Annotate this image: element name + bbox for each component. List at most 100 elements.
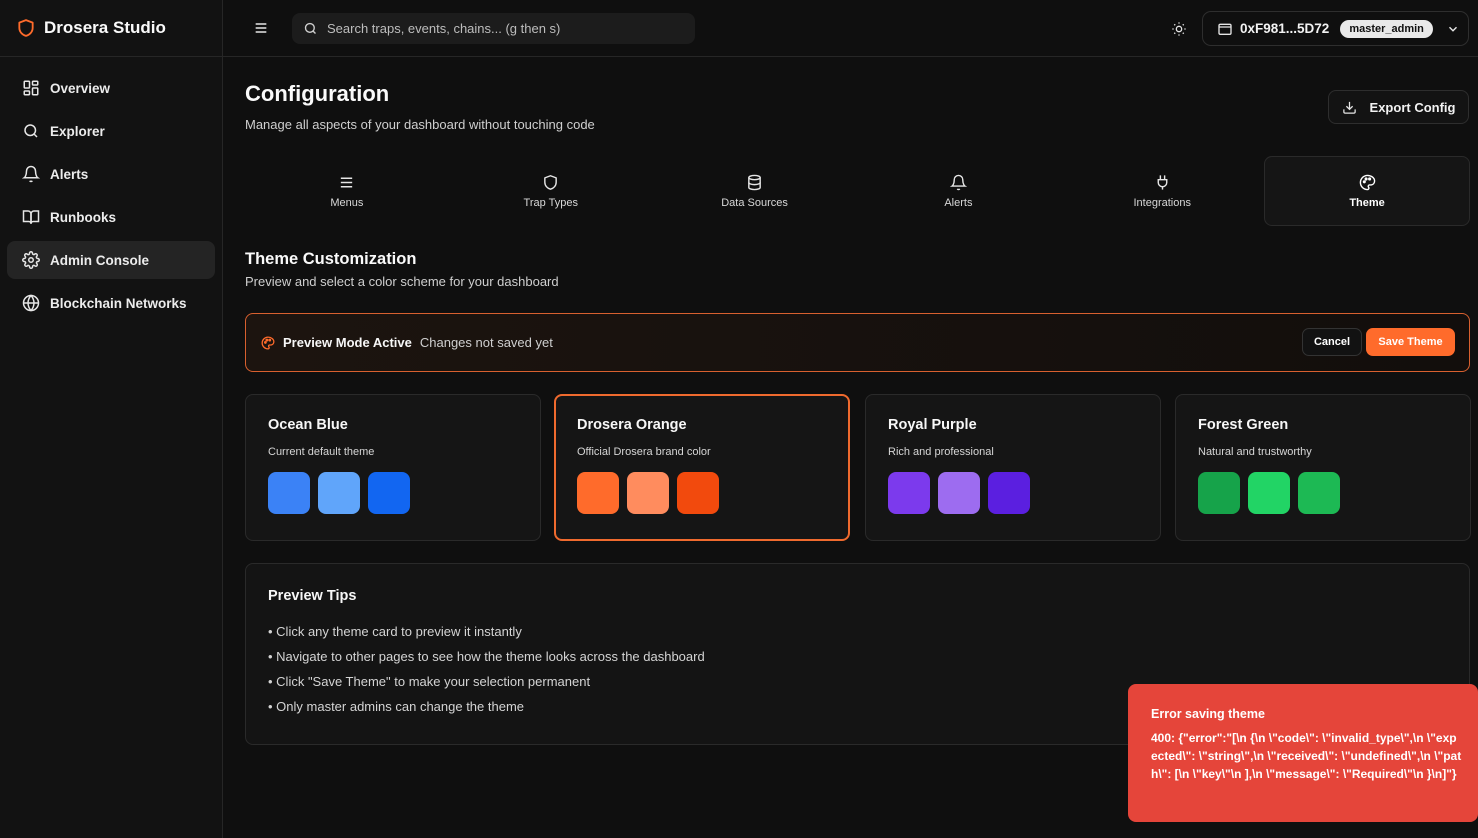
theme-name: Royal Purple [888, 417, 977, 433]
wallet-menu[interactable]: 0xF981...5D72 master_admin [1202, 11, 1469, 46]
wallet-icon [1217, 21, 1233, 37]
sidebar-item-label: Admin Console [50, 252, 150, 268]
sun-icon[interactable] [1171, 21, 1187, 37]
theme-name: Forest Green [1198, 417, 1289, 433]
search-bar[interactable] [292, 13, 695, 44]
database-icon [746, 174, 763, 191]
theme-description: Current default theme [268, 446, 375, 458]
brand[interactable]: Drosera Studio [0, 0, 222, 57]
tip-item: • Click any theme card to preview it ins… [268, 624, 522, 639]
search-icon [303, 21, 318, 36]
sidebar-item-explorer[interactable]: Explorer [7, 112, 215, 150]
theme-card-forest-green[interactable]: Forest Green Natural and trustworthy [1175, 394, 1471, 541]
sidebar-item-label: Blockchain Networks [50, 295, 187, 311]
export-config-button[interactable]: Export Config [1328, 90, 1469, 124]
cancel-button[interactable]: Cancel [1302, 328, 1362, 356]
preview-mode-banner: Preview Mode Active Changes not saved ye… [245, 313, 1470, 372]
section-subtitle: Preview and select a color scheme for yo… [245, 274, 559, 289]
tab-label: Alerts [944, 196, 973, 209]
color-swatch [627, 472, 669, 514]
sidebar-nav: Overview Explorer Alerts Runbooks Admin … [0, 57, 222, 334]
tab-theme[interactable]: Theme [1264, 156, 1470, 226]
tip-item: • Navigate to other pages to see how the… [268, 649, 705, 664]
theme-name: Drosera Orange [577, 417, 687, 433]
topbar: 0xF981...5D72 master_admin [223, 0, 1478, 57]
shield-logo-icon [16, 18, 36, 38]
page-subtitle: Manage all aspects of your dashboard wit… [245, 117, 595, 132]
palette-icon [1359, 174, 1376, 191]
tab-label: Trap Types [523, 196, 578, 209]
banner-title: Preview Mode Active [283, 335, 412, 350]
color-swatches [577, 472, 848, 514]
search-input[interactable] [327, 21, 687, 36]
color-swatches [268, 472, 540, 514]
wallet-address: 0xF981...5D72 [1240, 21, 1330, 36]
sidebar-item-label: Alerts [50, 166, 89, 182]
save-theme-button[interactable]: Save Theme [1366, 328, 1455, 356]
sidebar-item-admin-console[interactable]: Admin Console [7, 241, 215, 279]
sidebar-item-overview[interactable]: Overview [7, 69, 215, 107]
section-title: Theme Customization [245, 250, 417, 268]
layout-grid-icon [22, 79, 40, 97]
sidebar-item-blockchain-networks[interactable]: Blockchain Networks [7, 284, 215, 322]
color-swatch [318, 472, 360, 514]
config-tabs: Menus Trap Types Data Sources Alerts Int… [245, 156, 1470, 226]
sidebar-item-runbooks[interactable]: Runbooks [7, 198, 215, 236]
hamburger-menu-icon[interactable] [253, 20, 269, 36]
toast-title: Error saving theme [1151, 707, 1265, 721]
theme-description: Rich and professional [888, 446, 994, 458]
sidebar-item-alerts[interactable]: Alerts [7, 155, 215, 193]
tab-trap-types[interactable]: Trap Types [449, 156, 653, 226]
error-toast[interactable]: Error saving theme 400: {"error":"[\n {\… [1128, 684, 1478, 822]
color-swatch [988, 472, 1030, 514]
theme-name: Ocean Blue [268, 417, 348, 433]
color-swatch [1198, 472, 1240, 514]
theme-card-ocean-blue[interactable]: Ocean Blue Current default theme [245, 394, 541, 541]
tips-title: Preview Tips [268, 588, 357, 604]
tab-data-sources[interactable]: Data Sources [653, 156, 857, 226]
color-swatch [1248, 472, 1290, 514]
tab-label: Theme [1349, 196, 1385, 209]
bell-icon [22, 165, 40, 183]
theme-description: Official Drosera brand color [577, 446, 711, 458]
color-swatch [938, 472, 980, 514]
sidebar-item-label: Runbooks [50, 209, 116, 225]
bell-icon [949, 174, 967, 191]
theme-card-drosera-orange[interactable]: Drosera Orange Official Drosera brand co… [554, 394, 850, 541]
export-config-label: Export Config [1369, 99, 1456, 115]
plug-icon [1154, 174, 1171, 191]
theme-card-royal-purple[interactable]: Royal Purple Rich and professional [865, 394, 1161, 541]
brand-name: Drosera Studio [44, 18, 166, 37]
theme-cards: Ocean Blue Current default theme Drosera… [245, 394, 1471, 541]
banner-subtitle: Changes not saved yet [419, 335, 553, 350]
sidebar-item-label: Overview [50, 80, 111, 96]
page-title: Configuration [245, 81, 390, 106]
tab-label: Integrations [1133, 196, 1191, 209]
sidebar-item-label: Explorer [50, 123, 105, 139]
sidebar: Drosera Studio Overview Explorer Alerts … [0, 0, 223, 838]
toast-message: 400: {"error":"[\n {\n \"code\": \"inval… [1151, 731, 1462, 781]
tab-menus[interactable]: Menus [245, 156, 449, 226]
tab-label: Data Sources [721, 196, 788, 209]
theme-description: Natural and trustworthy [1198, 446, 1312, 458]
color-swatch [888, 472, 930, 514]
color-swatch [1298, 472, 1340, 514]
tab-alerts[interactable]: Alerts [856, 156, 1060, 226]
palette-icon [261, 336, 275, 350]
download-icon [1342, 100, 1357, 115]
color-swatches [888, 472, 1160, 514]
role-badge: master_admin [1340, 19, 1433, 38]
shield-icon [542, 174, 559, 191]
color-swatches [1198, 472, 1470, 514]
color-swatch [368, 472, 410, 514]
menu-icon [338, 174, 355, 191]
color-swatch [577, 472, 619, 514]
color-swatch [677, 472, 719, 514]
globe-icon [22, 294, 40, 312]
color-swatch [268, 472, 310, 514]
book-icon [22, 208, 40, 226]
tab-integrations[interactable]: Integrations [1060, 156, 1264, 226]
search-icon [22, 122, 40, 140]
chevron-down-icon [1446, 22, 1460, 36]
gear-icon [22, 251, 40, 269]
